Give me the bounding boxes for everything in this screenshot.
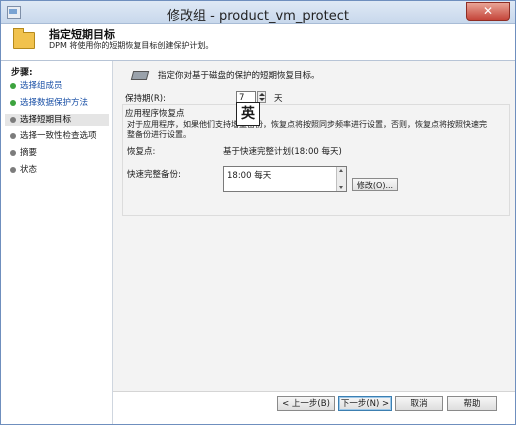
step-pending-icon <box>10 133 16 139</box>
main-panel: 指定你对基于磁盘的保护的短期恢复目标。 保持期(R): 7 天 英 应用程序恢复… <box>113 61 515 391</box>
modify-button[interactable]: 修改(O)... <box>352 178 398 191</box>
step-done-icon <box>10 83 16 89</box>
step-label: 选择数据保护方法 <box>20 98 89 108</box>
intro-text: 指定你对基于磁盘的保护的短期恢复目标。 <box>158 71 320 81</box>
spin-down-icon[interactable] <box>259 98 265 101</box>
express-backup-list[interactable]: 18:00 每天 <box>223 166 347 192</box>
group-title: 应用程序恢复点 <box>125 109 185 119</box>
close-button[interactable]: ✕ <box>466 2 510 21</box>
express-backup-label: 快速完整备份: <box>127 170 181 180</box>
spin-up-icon[interactable] <box>259 93 265 96</box>
steps-label: 步骤: <box>11 68 33 78</box>
step-short-term-goals[interactable]: 选择短期目标 <box>5 114 109 126</box>
step-status: 状态 <box>5 164 109 176</box>
footer-divider <box>113 391 515 392</box>
retention-unit: 天 <box>274 94 283 104</box>
group-description: 对于应用程序，如果他们支持增量备份，恢复点将按照同步频率进行设置，否则，恢复点将… <box>127 120 487 139</box>
step-label: 选择短期目标 <box>20 115 72 125</box>
back-button[interactable]: < 上一步(B) <box>277 396 335 411</box>
step-current-icon <box>10 117 16 123</box>
step-select-protection-method[interactable]: 选择数据保护方法 <box>5 97 109 109</box>
step-consistency-check: 选择一致性检查选项 <box>5 130 109 142</box>
window-title: 修改组 - product_vm_protect <box>167 9 349 24</box>
help-button[interactable]: 帮助 <box>447 396 497 411</box>
ime-indicator: 英 <box>236 102 260 126</box>
step-done-icon <box>10 100 16 106</box>
steps-sidebar: 步骤: 选择组成员 选择数据保护方法 选择短期目标 选择一致性检查选项 摘要 状… <box>1 61 113 424</box>
retention-label: 保持期(R): <box>125 94 166 104</box>
wizard-header: 指定短期目标 DPM 将使用你的短期恢复目标创建保护计划。 <box>1 24 515 61</box>
step-label: 状态 <box>20 165 38 175</box>
page-description: DPM 将使用你的短期恢复目标创建保护计划。 <box>49 41 214 50</box>
scroll-up-icon[interactable] <box>339 169 343 172</box>
disk-icon <box>130 71 150 80</box>
step-label: 摘要 <box>20 148 38 158</box>
step-label: 选择组成员 <box>20 81 63 91</box>
recovery-point-value: 基于快速完整计划(18:00 每天) <box>223 147 342 157</box>
step-pending-icon <box>10 167 16 173</box>
step-select-members[interactable]: 选择组成员 <box>5 80 109 92</box>
title-bar: 修改组 - product_vm_protect ✕ <box>1 1 515 24</box>
scroll-down-icon[interactable] <box>339 186 343 189</box>
step-label: 选择一致性检查选项 <box>20 131 97 141</box>
folder-icon <box>13 28 35 49</box>
list-scrollbar[interactable] <box>336 167 346 191</box>
modify-group-dialog: 修改组 - product_vm_protect ✕ 指定短期目标 DPM 将使… <box>0 0 516 425</box>
recovery-point-label: 恢复点: <box>127 147 156 157</box>
express-backup-schedule: 18:00 每天 <box>227 171 272 181</box>
step-summary: 摘要 <box>5 147 109 159</box>
next-button[interactable]: 下一步(N) > <box>338 396 392 411</box>
cancel-button[interactable]: 取消 <box>395 396 443 411</box>
step-pending-icon <box>10 150 16 156</box>
